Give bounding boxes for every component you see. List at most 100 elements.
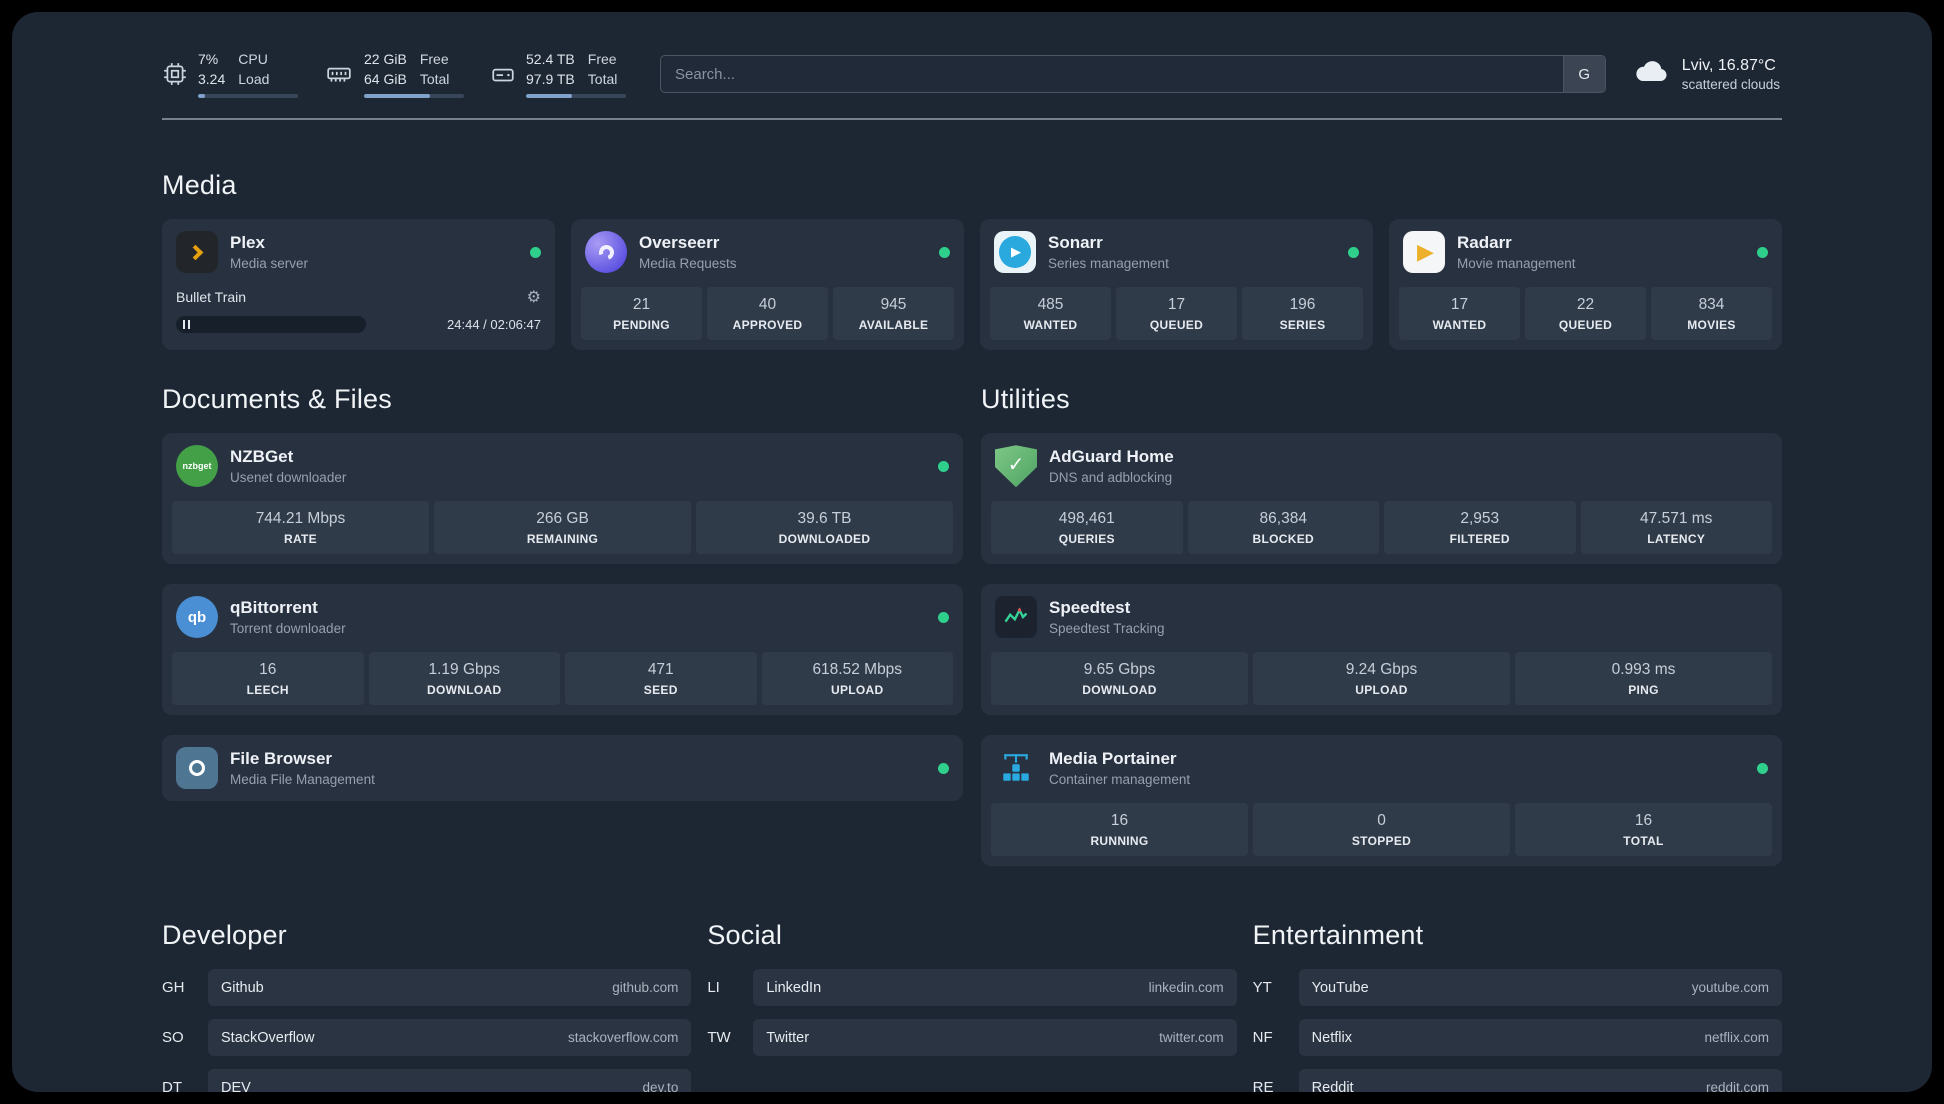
stat-tile: 945 AVAILABLE	[833, 287, 954, 341]
documents-section-title: Documents & Files	[162, 384, 392, 415]
stat-tile: 834 MOVIES	[1651, 287, 1772, 341]
link-abbr: TW	[707, 1029, 731, 1047]
status-dot	[938, 762, 949, 774]
memory-free-label: Free	[419, 51, 449, 67]
topbar-divider	[162, 118, 1782, 121]
sonarr-icon	[994, 231, 1036, 274]
app-card-speedtest[interactable]: Speedtest Speedtest Tracking 9.65 Gbps D…	[981, 584, 1782, 716]
section-utilities: Utilities AdGuard Home DNS and adblockin…	[981, 384, 1782, 867]
stat-tile: 0.993 ms PING	[1515, 652, 1772, 706]
app-name: Radarr	[1457, 233, 1512, 253]
link-stackoverflow[interactable]: StackOverflow stackoverflow.com	[208, 1019, 692, 1057]
link-abbr: LI	[707, 979, 720, 997]
dashboard-content: 7% 3.24 CPU Load 22 GiB 64 GiB Free Tota…	[162, 12, 1782, 1092]
memory-free: 22 GiB	[364, 51, 407, 67]
stat-tile: 22 QUEUED	[1525, 287, 1646, 341]
dashboard: 7% 3.24 CPU Load 22 GiB 64 GiB Free Tota…	[12, 12, 1932, 1092]
link-linkedin[interactable]: LinkedIn linkedin.com	[753, 969, 1237, 1007]
radarr-icon	[1403, 231, 1445, 274]
app-card-nzbget[interactable]: nzbget NZBGet Usenet downloader 744.21 M…	[162, 433, 963, 565]
app-subtitle: DNS and adblocking	[1049, 469, 1173, 485]
social-section-title: Social	[707, 920, 783, 951]
app-name: AdGuard Home	[1049, 447, 1174, 467]
app-name: Media Portainer	[1049, 749, 1177, 769]
section-documents: Documents & Files nzbget NZBGet Usenet d…	[162, 384, 963, 802]
app-subtitle: Media Requests	[639, 255, 737, 271]
stat-tile: 266 GB REMAINING	[434, 501, 691, 555]
app-card-radarr[interactable]: Radarr Movie management 17 WANTED 22 QUE…	[1389, 219, 1782, 351]
stat-tile: 471 SEED	[565, 652, 757, 706]
search-input[interactable]	[661, 56, 1563, 93]
app-name: qBittorrent	[230, 598, 318, 618]
stat-tile: 39.6 TB DOWNLOADED	[696, 501, 953, 555]
disk-icon	[490, 61, 516, 87]
stat-tile: 485 WANTED	[990, 287, 1111, 341]
app-card-overseerr[interactable]: Overseerr Media Requests 21 PENDING 40 A…	[571, 219, 964, 351]
status-dot	[939, 246, 950, 258]
status-dot	[938, 611, 949, 623]
stat-tile: 40 APPROVED	[707, 287, 828, 341]
section-media: Media Plex Media server Bullet Train ⚙ 2…	[162, 170, 1782, 351]
search-provider-button[interactable]: G	[1562, 56, 1605, 93]
app-name: Plex	[230, 233, 265, 253]
media-section-title: Media	[162, 170, 237, 201]
app-card-plex[interactable]: Plex Media server Bullet Train ⚙ 24:44 /…	[162, 219, 555, 351]
cpu-metric: 7% 3.24 CPU Load	[198, 50, 298, 99]
filebrowser-icon	[176, 747, 218, 790]
app-card-filebrowser[interactable]: File Browser Media File Management	[162, 735, 963, 802]
stat-tile: 618.52 Mbps UPLOAD	[761, 652, 953, 706]
link-abbr: NF	[1252, 1029, 1273, 1047]
search-box: G	[660, 55, 1606, 94]
link-twitter[interactable]: Twitter twitter.com	[753, 1019, 1237, 1057]
app-card-sonarr[interactable]: Sonarr Series management 485 WANTED 17 Q…	[980, 219, 1373, 351]
disk-total: 97.9 TB	[526, 70, 575, 87]
status-dot	[1757, 246, 1768, 258]
stat-tile: 196 SERIES	[1242, 287, 1363, 341]
developer-section-title: Developer	[162, 920, 287, 951]
adguard-shield-icon	[995, 445, 1037, 488]
memory-total: 64 GiB	[364, 70, 407, 87]
stat-tile: 1.19 Gbps DOWNLOAD	[368, 652, 560, 706]
app-name: Overseerr	[639, 233, 720, 253]
link-abbr: SO	[162, 1029, 184, 1047]
stat-tile: 16 LEECH	[172, 652, 364, 706]
stat-tile: 0 STOPPED	[1253, 803, 1510, 857]
link-netflix[interactable]: Netflix netflix.com	[1298, 1019, 1782, 1057]
app-subtitle: Container management	[1049, 771, 1191, 787]
stat-tile: 9.65 Gbps DOWNLOAD	[991, 652, 1248, 706]
link-reddit[interactable]: Reddit reddit.com	[1298, 1069, 1782, 1092]
link-abbr: YT	[1252, 979, 1272, 997]
stat-tile: 21 PENDING	[581, 287, 702, 341]
link-abbr: GH	[162, 979, 185, 997]
link-youtube[interactable]: YouTube youtube.com	[1298, 969, 1782, 1007]
stat-tile: 17 WANTED	[1399, 287, 1520, 341]
link-github[interactable]: Github github.com	[208, 969, 692, 1007]
gear-icon[interactable]	[527, 287, 541, 307]
stat-tile: 16 TOTAL	[1515, 803, 1772, 857]
memory-progress-bar	[364, 94, 464, 99]
cloud-icon	[1632, 58, 1670, 91]
pause-icon[interactable]	[183, 320, 190, 330]
memory-icon	[324, 61, 354, 87]
app-subtitle: Series management	[1048, 255, 1169, 271]
stat-tile: 9.24 Gbps UPLOAD	[1253, 652, 1510, 706]
section-social: Social LI LinkedIn linkedin.com TW Twitt…	[707, 920, 1237, 1092]
app-card-adguard[interactable]: AdGuard Home DNS and adblocking 498,461 …	[981, 433, 1782, 565]
app-card-portainer[interactable]: Media Portainer Container management 16 …	[981, 735, 1782, 867]
weather-widget: Lviv, 16.87°C scattered clouds	[1632, 56, 1780, 92]
overseerr-icon	[585, 231, 627, 274]
status-dot	[1757, 762, 1768, 774]
section-entertainment: Entertainment YT YouTube youtube.com NF …	[1253, 920, 1782, 1092]
stat-tile: 744.21 Mbps RATE	[172, 501, 429, 555]
playback-seek-bar[interactable]	[176, 316, 366, 334]
topbar: 7% 3.24 CPU Load 22 GiB 64 GiB Free Tota…	[162, 50, 1782, 99]
cpu-load: 3.24	[198, 70, 226, 87]
link-dev[interactable]: DEV dev.to	[208, 1069, 692, 1092]
plex-icon	[176, 231, 218, 274]
app-name: File Browser	[230, 749, 333, 769]
disk-progress-bar	[526, 94, 626, 99]
app-card-qbittorrent[interactable]: qb qBittorrent Torrent downloader 16 LEE…	[162, 584, 963, 716]
app-subtitle: Torrent downloader	[230, 620, 346, 636]
weather-condition: scattered clouds	[1681, 76, 1780, 92]
memory-total-label: Total	[419, 70, 450, 87]
